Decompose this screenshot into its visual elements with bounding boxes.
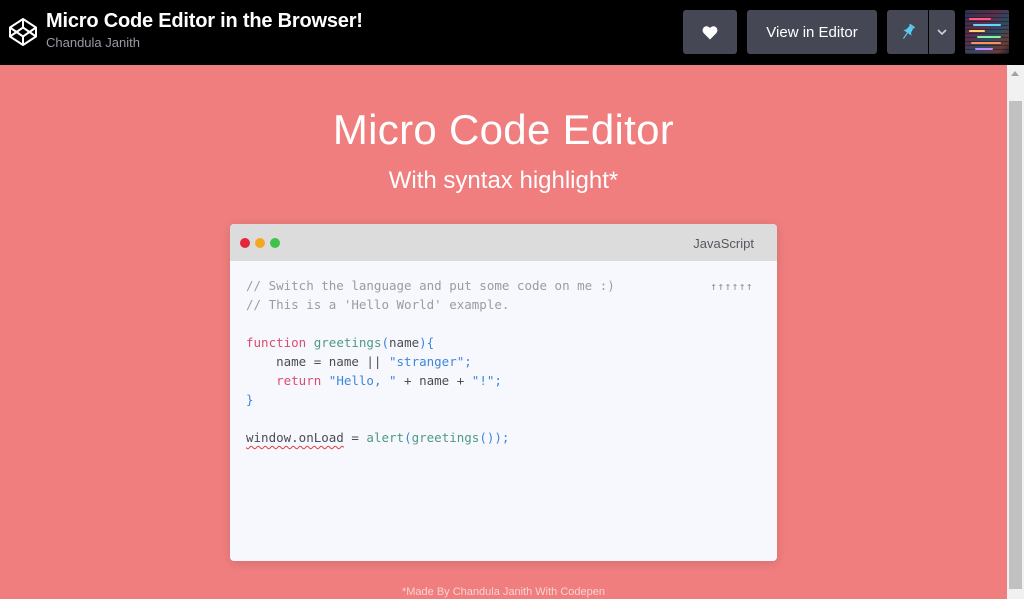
close-dot-icon — [240, 238, 250, 248]
code-line-1: // Switch the language and put some code… — [246, 278, 615, 293]
heart-icon — [702, 25, 718, 39]
scrollbar-thumb[interactable] — [1009, 101, 1022, 589]
pin-icon — [902, 23, 915, 39]
code-line-6: return "Hello, " + name + "!"; — [276, 373, 502, 388]
top-bar: Micro Code Editor in the Browser! Chandu… — [0, 0, 1024, 65]
chevron-down-icon — [937, 29, 947, 35]
minimize-dot-icon — [255, 238, 265, 248]
pin-button[interactable] — [887, 10, 928, 54]
editor-title-bar: JavaScript — [230, 224, 777, 261]
pin-options-dropdown[interactable] — [929, 10, 955, 54]
code-editor[interactable]: JavaScript ↑↑↑↑↑↑ // Switch the language… — [230, 224, 777, 561]
user-avatar[interactable] — [965, 10, 1009, 54]
maximize-dot-icon — [270, 238, 280, 248]
code-line-7: } — [246, 392, 254, 407]
code-line-9: window.onLoad = alert(greetings()); — [246, 430, 510, 445]
scroll-up-arrow-icon[interactable] — [1011, 71, 1019, 76]
code-line-2: // This is a 'Hello World' example. — [246, 297, 510, 312]
view-in-editor-button[interactable]: View in Editor — [747, 10, 877, 54]
code-line-5: name = name || "stranger"; — [246, 354, 472, 369]
code-area[interactable]: // Switch the language and put some code… — [246, 276, 615, 447]
footer-credit: *Made By Chandula Janith With Codepen — [401, 586, 605, 598]
page-subheading: With syntax highlight* — [388, 167, 619, 194]
code-line-4: function greetings(name){ — [246, 335, 435, 350]
pen-author[interactable]: Chandula Janith — [46, 35, 140, 50]
like-button[interactable] — [683, 10, 737, 54]
page-scrollbar[interactable] — [1007, 65, 1024, 599]
codepen-logo-icon[interactable] — [8, 17, 38, 47]
arrows-indicator: ↑↑↑↑↑↑ — [710, 280, 753, 293]
language-selector[interactable]: JavaScript — [693, 236, 754, 251]
page-heading: Micro Code Editor — [332, 106, 675, 153]
pen-title[interactable]: Micro Code Editor in the Browser! — [46, 10, 363, 33]
